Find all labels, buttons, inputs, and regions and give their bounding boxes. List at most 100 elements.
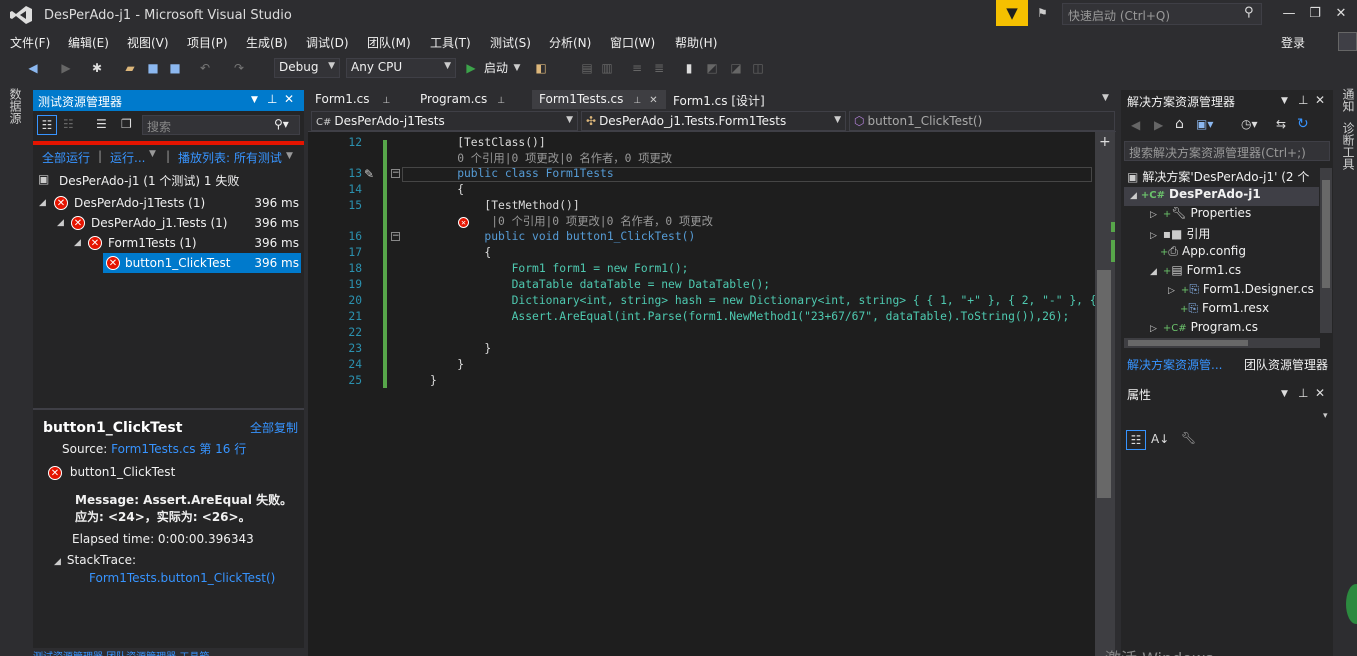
new-project-icon[interactable]: ✱ xyxy=(90,58,104,78)
solution-search-input[interactable]: 搜索解决方案资源管理器(Ctrl+;) xyxy=(1124,141,1330,161)
format-icon[interactable]: ▤ xyxy=(580,58,594,78)
redo-icon[interactable]: ↷ xyxy=(232,58,246,78)
avatar[interactable] xyxy=(1338,32,1357,51)
menu-file[interactable]: 文件(F) xyxy=(10,34,50,51)
chevron-down-icon[interactable]: ▼ xyxy=(251,95,258,105)
collapsed-arrow-icon[interactable]: ▷ xyxy=(1150,231,1157,241)
property-pages-icon[interactable]: 🔧︎ xyxy=(1181,431,1196,445)
quick-launch-input[interactable]: 快速启动 (Ctrl+Q) xyxy=(1062,3,1262,25)
close-window-icon[interactable]: ✕ xyxy=(1331,4,1351,24)
clear-bookmarks-icon[interactable]: ◫ xyxy=(751,58,765,78)
switch-views-icon[interactable]: ▣▾ xyxy=(1196,117,1213,131)
menu-test[interactable]: 测试(S) xyxy=(490,34,531,51)
collapsed-arrow-icon[interactable]: ▷ xyxy=(1150,324,1157,334)
collapsed-arrow-icon[interactable]: ▷ xyxy=(1150,210,1157,220)
stacktrace-link[interactable]: Form1Tests.button1_ClickTest() xyxy=(89,571,275,585)
run-all-link[interactable]: 全部运行 xyxy=(42,149,90,166)
tree-row-selected[interactable]: ✕ button1_ClickTest 396 ms xyxy=(103,253,301,273)
feedback-icon[interactable]: ⚑ xyxy=(1037,6,1053,22)
alphabetical-icon[interactable]: A↓ xyxy=(1151,432,1169,446)
chevron-down-icon[interactable]: ▼ xyxy=(149,149,156,159)
categorized-icon[interactable]: ☷ xyxy=(1126,430,1146,450)
pin-icon[interactable]: ⊥ xyxy=(383,96,391,106)
tree-item-form1-resx[interactable]: +⎘ Form1.resx xyxy=(1180,301,1269,320)
menu-team[interactable]: 团队(M) xyxy=(367,34,411,51)
indent-icon[interactable]: ▥ xyxy=(600,58,614,78)
playlist-link[interactable]: 播放列表: 所有测试 xyxy=(178,149,282,166)
tree-item-form1-cs[interactable]: ◢ +▤ Form1.cs xyxy=(1150,263,1241,282)
split-editor-icon[interactable]: + xyxy=(1099,134,1111,150)
menu-analyze[interactable]: 分析(N) xyxy=(549,34,591,51)
configuration-select[interactable]: Debug ▼ xyxy=(274,58,340,78)
expanded-arrow-icon[interactable]: ◢ xyxy=(54,557,61,567)
expanded-arrow-icon[interactable]: ◢ xyxy=(57,218,64,228)
menu-edit[interactable]: 编辑(E) xyxy=(68,34,109,51)
menu-debug[interactable]: 调试(D) xyxy=(306,34,349,51)
tree-row[interactable]: ◢ ✕ DesPerAdo_j1.Tests (1) 396 ms xyxy=(33,213,304,233)
scrollbar-thumb[interactable] xyxy=(1128,340,1248,346)
maximize-icon[interactable]: ❐ xyxy=(1305,4,1325,24)
play-icon[interactable]: ▶ xyxy=(464,58,478,78)
close-icon[interactable]: ✕ xyxy=(649,95,657,106)
code-lens-text[interactable]: 0 个引用|0 项更改|0 名作者，0 项更改 xyxy=(430,151,672,167)
tab-team-explorer[interactable]: 团队资源管理器 xyxy=(1238,353,1334,374)
tab-program-cs[interactable]: Program.cs ⊥ xyxy=(413,90,531,109)
close-icon[interactable]: ✕ xyxy=(284,92,294,106)
close-icon[interactable]: ✕ xyxy=(1315,93,1325,107)
tab-solution-explorer[interactable]: 解决方案资源管... xyxy=(1121,353,1236,374)
login-link[interactable]: 登录 xyxy=(1281,34,1305,51)
forward-icon[interactable]: ▶ xyxy=(60,58,72,78)
home-icon[interactable]: ⌂ xyxy=(1175,116,1184,132)
search-icon[interactable]: ⚲ xyxy=(1244,5,1254,20)
expanded-arrow-icon[interactable]: ◢ xyxy=(39,198,46,208)
solution-item[interactable]: ▣ 解决方案'DesPerAdo-j1' (2 个 xyxy=(1127,168,1309,187)
data-sources-tab[interactable]: 数据源 xyxy=(8,88,24,124)
save-icon[interactable]: ■ xyxy=(146,58,160,78)
copy-all-link[interactable]: 全部复制 xyxy=(250,419,298,436)
hierarchy-icon[interactable]: ☷ xyxy=(63,117,74,131)
pin-icon[interactable]: ⊥ xyxy=(267,92,277,106)
menu-view[interactable]: 视图(V) xyxy=(127,34,169,51)
run-link[interactable]: 运行... xyxy=(110,149,145,166)
tree-item-properties[interactable]: ▷ +🔧︎ Properties xyxy=(1150,206,1251,225)
menu-help[interactable]: 帮助(H) xyxy=(675,34,717,51)
comment-icon[interactable]: ≡ xyxy=(630,58,644,78)
minimize-icon[interactable]: — xyxy=(1279,4,1299,24)
chevron-down-icon[interactable]: ▼ xyxy=(286,151,293,161)
notifications-tab[interactable]: 通知 xyxy=(1340,88,1357,112)
pin-icon[interactable]: ⊥ xyxy=(1298,93,1308,107)
pending-changes-icon[interactable]: ◷▾ xyxy=(1241,117,1258,131)
class-select[interactable]: ✣ DesPerAdo_j1.Tests.Form1Tests ▼ xyxy=(581,111,846,131)
chevron-down-icon[interactable]: ▾ xyxy=(1323,411,1328,421)
forward-icon[interactable]: ▶ xyxy=(1154,118,1163,132)
back-icon[interactable]: ◀ xyxy=(1131,118,1140,132)
tree-item-app-config[interactable]: +⎙ App.config xyxy=(1160,244,1246,263)
tree-item-program-cs[interactable]: ▷ +C# Program.cs xyxy=(1150,320,1258,334)
chevron-down-icon[interactable]: ▼ xyxy=(1102,93,1109,103)
bookmark-icon[interactable]: ▮ xyxy=(683,58,695,78)
undo-icon[interactable]: ↶ xyxy=(198,58,212,78)
start-button[interactable]: 启动 xyxy=(482,58,510,78)
tab-form1-cs[interactable]: Form1.cs ⊥ xyxy=(308,90,412,109)
project-item[interactable]: ◢ +C# DesPerAdo-j1 xyxy=(1124,187,1319,206)
prev-bookmark-icon[interactable]: ◩ xyxy=(705,58,719,78)
source-link[interactable]: Form1Tests.cs 第 16 行 xyxy=(111,442,246,456)
copy-icon[interactable]: ❐ xyxy=(121,117,132,131)
expanded-arrow-icon[interactable]: ◢ xyxy=(1130,191,1137,201)
diagnostic-tools-tab[interactable]: 诊断工具 xyxy=(1340,122,1357,170)
project-select[interactable]: C# DesPerAdo-j1Tests ▼ xyxy=(311,111,578,131)
scrollbar-thumb[interactable] xyxy=(1322,180,1330,288)
next-bookmark-icon[interactable]: ◪ xyxy=(729,58,743,78)
expanded-arrow-icon[interactable]: ◢ xyxy=(1150,267,1157,277)
menu-tools[interactable]: 工具(T) xyxy=(430,34,471,51)
search-icon[interactable]: ⚲▾ xyxy=(274,117,289,131)
filter-icon[interactable]: ▼ xyxy=(996,0,1028,26)
columns-icon[interactable]: ☰ xyxy=(96,117,107,131)
tree-item-form1-designer[interactable]: ▷ +⎘ Form1.Designer.cs xyxy=(1168,282,1314,301)
refresh-icon[interactable]: ↻ xyxy=(1297,116,1309,132)
menu-window[interactable]: 窗口(W) xyxy=(610,34,655,51)
tree-row[interactable]: ◢ ✕ DesPerAdo-j1Tests (1) 396 ms xyxy=(33,193,304,213)
tab-form1tests-cs[interactable]: Form1Tests.cs ⊥ ✕ xyxy=(532,90,666,109)
test-summary[interactable]: ▣ DesPerAdo-j1 (1 个测试) 1 失败 xyxy=(33,170,304,190)
save-all-icon[interactable]: ■ xyxy=(168,58,182,78)
